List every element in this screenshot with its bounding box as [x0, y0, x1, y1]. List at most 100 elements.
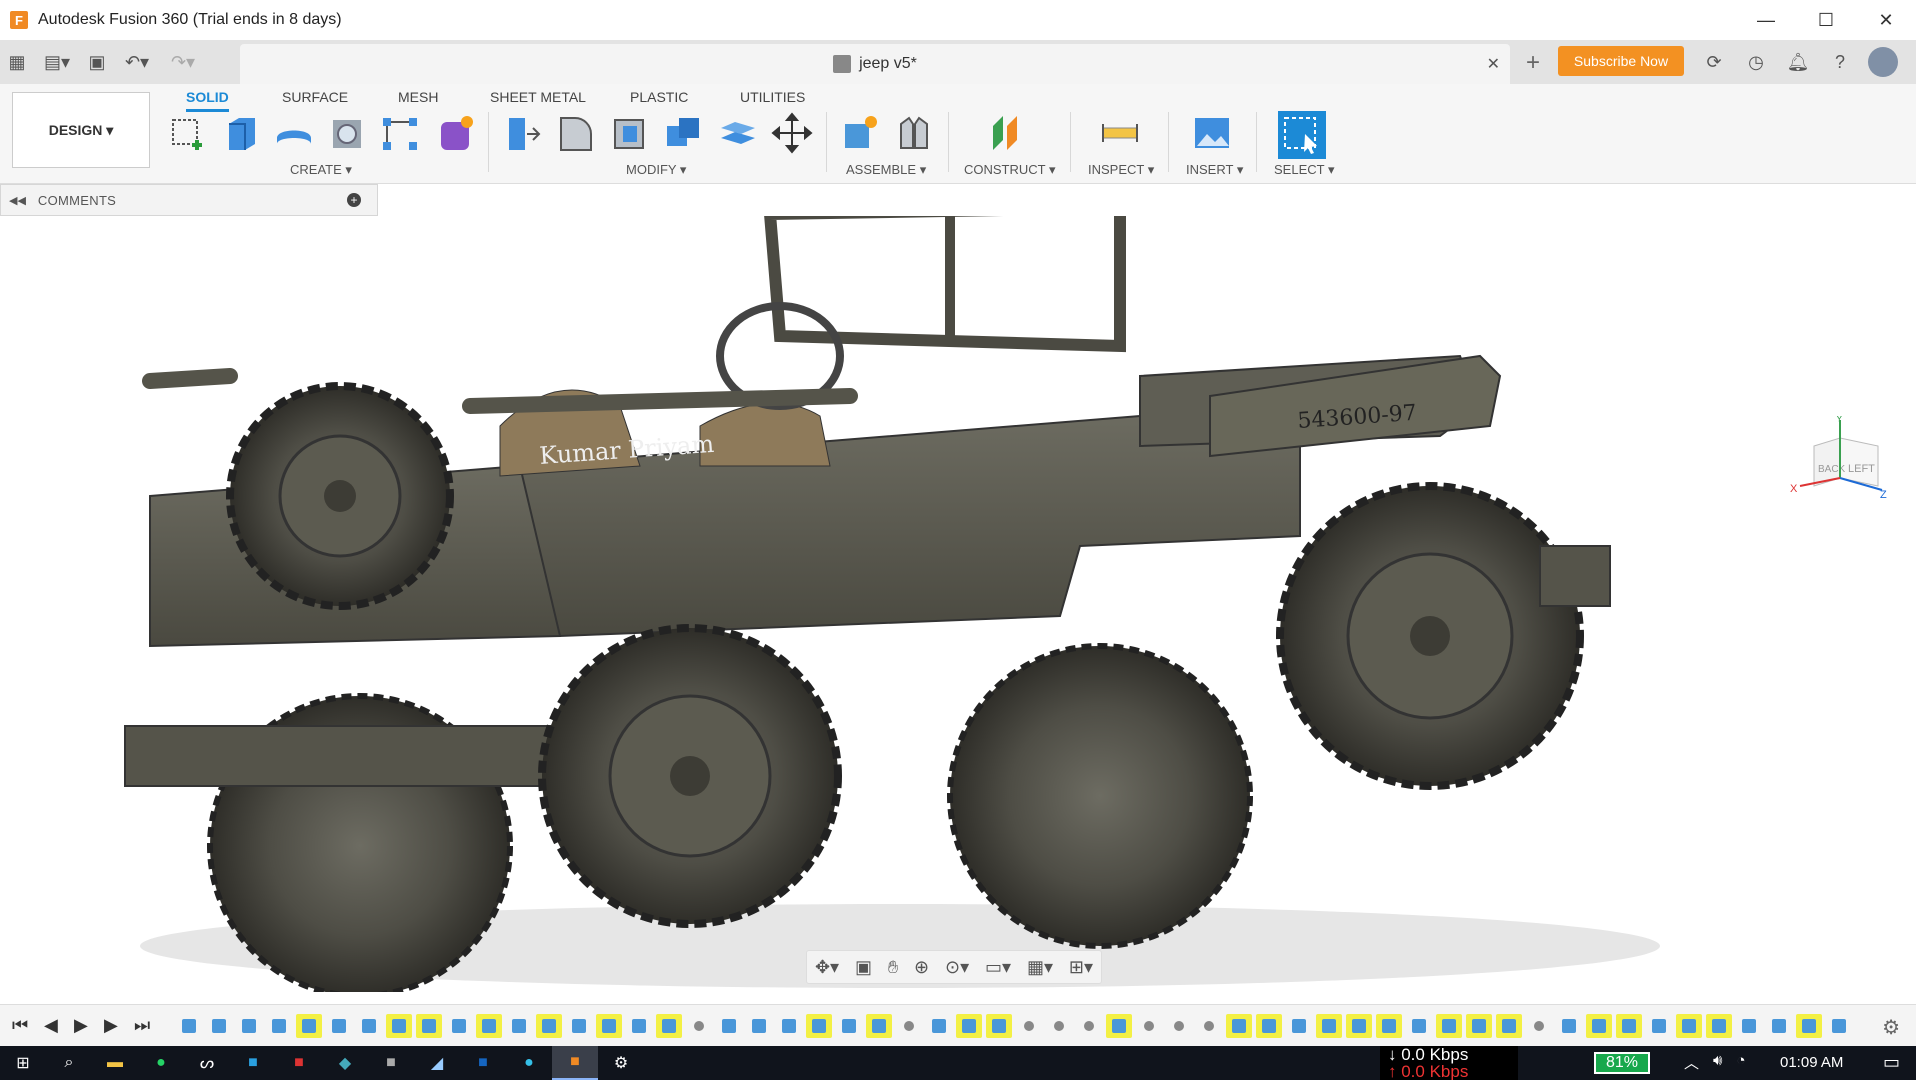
workspace-switcher[interactable]: DESIGN ▾	[12, 92, 150, 168]
timeline-feature-item[interactable]	[656, 1014, 682, 1038]
create-sketch-icon[interactable]	[166, 111, 210, 155]
settings-icon[interactable]: ⚙	[598, 1046, 644, 1080]
timeline-feature-item[interactable]	[1736, 1014, 1762, 1038]
solidworks-icon[interactable]: ■	[276, 1046, 322, 1080]
timeline-feature-item[interactable]	[1616, 1014, 1642, 1038]
job-status-clock-icon[interactable]: ◷	[1738, 44, 1774, 80]
display-settings-icon[interactable]: ▭▾	[985, 957, 1011, 978]
tab-utilities[interactable]: UTILITIES	[740, 84, 805, 110]
timeline-feature-item[interactable]	[1226, 1014, 1252, 1038]
zoom-icon[interactable]: ⊕	[914, 957, 929, 978]
app-icon-l[interactable]: ■	[230, 1046, 276, 1080]
timeline-feature-item[interactable]	[446, 1014, 472, 1038]
tab-sheet-metal[interactable]: SHEET METAL	[490, 84, 586, 110]
step-forward-icon[interactable]: ▶	[104, 1015, 118, 1036]
pan-icon[interactable]: ✋︎	[888, 957, 898, 978]
timeline-feature-item[interactable]	[1706, 1014, 1732, 1038]
windows-start-icon[interactable]: ⊞	[0, 1046, 46, 1080]
combine-icon[interactable]	[662, 111, 706, 155]
timeline-feature-item[interactable]	[776, 1014, 802, 1038]
word-icon[interactable]: ■	[368, 1046, 414, 1080]
tab-mesh[interactable]: MESH	[398, 84, 438, 110]
timeline-feature-item[interactable]	[626, 1014, 652, 1038]
timeline-feature-item[interactable]	[1526, 1014, 1552, 1038]
timeline-feature-item[interactable]	[806, 1014, 832, 1038]
assemble-group-label[interactable]: ASSEMBLE ▾	[846, 162, 926, 178]
timeline-feature-item[interactable]	[1496, 1014, 1522, 1038]
view-cube[interactable]: BACK LEFT Y Z X	[1780, 414, 1890, 516]
jeep-model[interactable]: Kumar Priyam 543600-97	[0, 216, 1916, 992]
timeline-feature-item[interactable]	[1406, 1014, 1432, 1038]
fillet-icon[interactable]	[554, 111, 598, 155]
timeline-feature-item[interactable]	[236, 1014, 262, 1038]
timeline-feature-item[interactable]	[326, 1014, 352, 1038]
timeline-feature-item[interactable]	[1316, 1014, 1342, 1038]
timeline-feature-item[interactable]	[1646, 1014, 1672, 1038]
timeline-feature-item[interactable]	[746, 1014, 772, 1038]
tab-solid[interactable]: SOLID	[186, 84, 229, 112]
go-to-start-icon[interactable]: ⏮	[12, 1015, 28, 1036]
look-at-icon[interactable]: ▣	[855, 957, 872, 978]
rectangular-pattern-icon[interactable]	[378, 111, 422, 155]
collapse-panel-icon[interactable]: ◀◀	[9, 194, 26, 207]
modify-group-label[interactable]: MODIFY ▾	[626, 162, 686, 178]
timeline-settings-gear-icon[interactable]: ⚙	[1882, 1015, 1900, 1040]
edge-icon[interactable]: ●	[506, 1046, 552, 1080]
app-icon-bird[interactable]: ◆	[322, 1046, 368, 1080]
timeline-feature-item[interactable]	[1766, 1014, 1792, 1038]
timeline-feature-item[interactable]	[1016, 1014, 1042, 1038]
timeline-feature-item[interactable]	[1376, 1014, 1402, 1038]
app-icon-s5[interactable]: ᔕ	[184, 1046, 230, 1080]
viewports-icon[interactable]: ⊞▾	[1069, 957, 1093, 978]
construct-group-label[interactable]: CONSTRUCT ▾	[964, 162, 1056, 178]
canvas-viewport[interactable]: Kumar Priyam 543600-97 BACK LEFT Y Z X	[0, 216, 1916, 992]
redo-icon[interactable]: ↷▾	[160, 45, 206, 79]
timeline-feature-item[interactable]	[1436, 1014, 1462, 1038]
shell-icon[interactable]	[608, 111, 652, 155]
timeline-feature-item[interactable]	[926, 1014, 952, 1038]
timeline-feature-item[interactable]	[686, 1014, 712, 1038]
move-copy-icon[interactable]	[770, 111, 814, 155]
viewcube-left-label[interactable]: LEFT	[1848, 463, 1875, 475]
timeline-feature-item[interactable]	[206, 1014, 232, 1038]
orbit-icon[interactable]: ✥▾	[815, 957, 839, 978]
add-comment-icon[interactable]: +	[347, 193, 361, 207]
file-explorer-icon[interactable]: ▬	[92, 1046, 138, 1080]
grid-settings-icon[interactable]: ▦▾	[1027, 957, 1053, 978]
timeline-feature-item[interactable]	[386, 1014, 412, 1038]
file-menu-icon[interactable]: ▤▾	[34, 45, 80, 79]
timeline-feature-item[interactable]	[1346, 1014, 1372, 1038]
timeline-feature-item[interactable]	[1286, 1014, 1312, 1038]
refresh-icon[interactable]: ⟳	[1696, 44, 1732, 80]
taskbar-clock[interactable]: 01:09 AM	[1780, 1054, 1843, 1071]
timeline-feature-item[interactable]	[1826, 1014, 1852, 1038]
insert-group-label[interactable]: INSERT ▾	[1186, 162, 1243, 178]
whatsapp-icon[interactable]: ●	[138, 1046, 184, 1080]
minimize-button[interactable]: —	[1736, 0, 1796, 40]
new-tab-button[interactable]: +	[1518, 48, 1548, 78]
timeline-feature-item[interactable]	[716, 1014, 742, 1038]
revolve-icon[interactable]	[272, 111, 316, 155]
timeline-feature-item[interactable]	[866, 1014, 892, 1038]
save-icon[interactable]: ▣	[80, 45, 114, 79]
timeline-feature-item[interactable]	[956, 1014, 982, 1038]
notifications-bell-icon[interactable]: 🔔︎	[1780, 44, 1816, 80]
timeline-feature-item[interactable]	[986, 1014, 1012, 1038]
close-window-button[interactable]: ✕	[1856, 0, 1916, 40]
timeline-feature-item[interactable]	[1196, 1014, 1222, 1038]
select-icon[interactable]	[1278, 111, 1326, 159]
timeline-feature-item[interactable]	[1256, 1014, 1282, 1038]
timeline-feature-item[interactable]	[1136, 1014, 1162, 1038]
extrude-icon[interactable]	[220, 111, 264, 155]
tab-plastic[interactable]: PLASTIC	[630, 84, 688, 110]
timeline-feature-item[interactable]	[266, 1014, 292, 1038]
timeline-feature-item[interactable]	[476, 1014, 502, 1038]
close-tab-button[interactable]: ✕	[1487, 54, 1500, 74]
app-icon-e[interactable]: ■	[460, 1046, 506, 1080]
timeline-feature-item[interactable]	[416, 1014, 442, 1038]
timeline-feature-item[interactable]	[896, 1014, 922, 1038]
timeline-feature-item[interactable]	[296, 1014, 322, 1038]
timeline-feature-item[interactable]	[1586, 1014, 1612, 1038]
fit-icon[interactable]: ⊙▾	[945, 957, 969, 978]
tray-chevron-icon[interactable]: ︿	[1684, 1052, 1699, 1073]
